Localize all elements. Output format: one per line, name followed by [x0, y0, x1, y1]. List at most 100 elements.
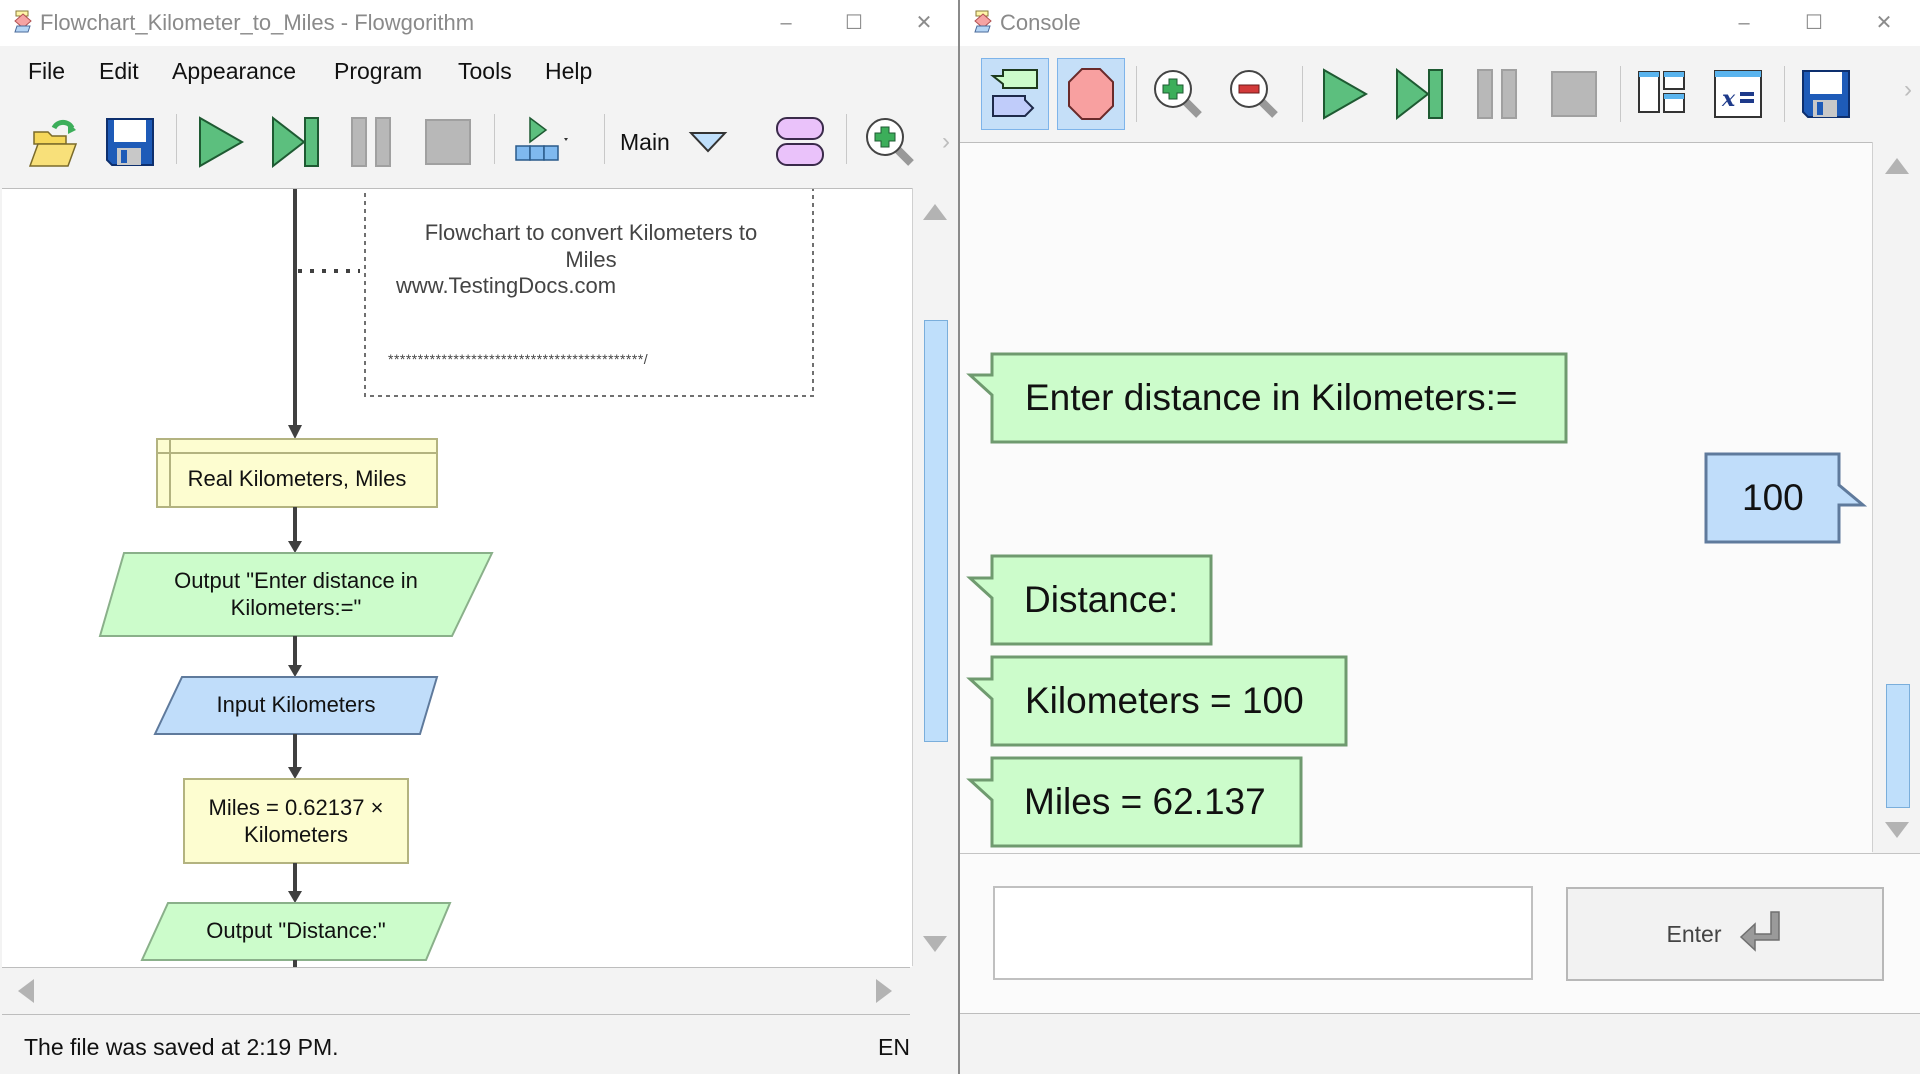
save-button[interactable]: [1794, 62, 1858, 126]
enter-button-label: Enter: [1666, 920, 1722, 947]
step-forward-icon: [1396, 68, 1443, 120]
scroll-down-icon[interactable]: [1885, 822, 1909, 838]
main-toolbar: Main ›: [0, 98, 958, 188]
toolbar-overflow-icon[interactable]: ›: [1904, 76, 1912, 104]
console-input-field[interactable]: [993, 886, 1533, 980]
status-message: The file was saved at 2:19 PM.: [24, 1034, 339, 1060]
close-button[interactable]: ✕: [904, 8, 944, 38]
stop-sign-icon: [1068, 68, 1114, 120]
output-line: Output "Enter distance in: [174, 568, 418, 593]
zoom-in-icon: [866, 118, 914, 166]
toolbar-overflow-icon[interactable]: ›: [942, 128, 950, 156]
step-button[interactable]: [1388, 62, 1452, 126]
maximize-button[interactable]: ☐: [834, 8, 874, 38]
output-enter-text[interactable]: Output "Enter distance in Kilometers:=": [100, 567, 492, 621]
run-layout-button[interactable]: [508, 110, 572, 174]
scroll-down-icon[interactable]: [923, 936, 947, 952]
toolbar-separator: [1620, 66, 1621, 122]
chat-view-button[interactable]: [981, 58, 1049, 130]
stop-button[interactable]: [416, 110, 480, 174]
open-file-button[interactable]: [22, 110, 86, 174]
manage-functions-button[interactable]: [768, 110, 832, 174]
comment-title: Flowchart to convert Kilometers to Miles: [362, 219, 820, 273]
maximize-button[interactable]: ☐: [1794, 8, 1834, 38]
floppy-disk-icon: [1802, 70, 1850, 118]
run-button[interactable]: [188, 110, 252, 174]
scrollbar-thumb[interactable]: [1886, 684, 1910, 808]
chevron-down-icon: [688, 132, 728, 153]
scrollbar-thumb[interactable]: [924, 320, 948, 742]
expression-icon: x: [1714, 70, 1762, 118]
console-bubbles: [966, 352, 1868, 848]
vertical-scrollbar[interactable]: [912, 188, 957, 966]
menu-edit[interactable]: Edit: [99, 58, 139, 85]
enter-button[interactable]: Enter: [1566, 887, 1884, 981]
flow-arrow: [288, 665, 302, 677]
toolbar-separator: [494, 114, 495, 164]
output-message: Miles = 62.137: [1024, 781, 1266, 822]
output-line: Kilometers:=": [230, 595, 362, 620]
input-text[interactable]: Input Kilometers: [155, 691, 437, 718]
stop-icon: [1551, 71, 1597, 117]
open-folder-icon: [28, 119, 78, 167]
flowgorithm-app-icon: [14, 10, 32, 33]
console-vertical-scrollbar[interactable]: [1872, 142, 1920, 852]
stop-on-error-button[interactable]: [1057, 58, 1125, 130]
flowgorithm-app-icon: [974, 10, 992, 33]
menu-file[interactable]: File: [28, 58, 65, 85]
run-button[interactable]: [1312, 62, 1376, 126]
comment-line: Flowchart to convert Kilometers to: [424, 220, 758, 245]
save-button[interactable]: [98, 110, 162, 174]
variable-watch-button[interactable]: [1630, 62, 1694, 126]
variable-watch-icon: [1638, 71, 1685, 113]
menu-program[interactable]: Program: [334, 58, 422, 85]
step-button[interactable]: [264, 110, 328, 174]
expression-button[interactable]: x: [1706, 62, 1770, 126]
title-bar: Flowchart_Kilometer_to_Miles - Flowgorit…: [0, 0, 958, 46]
input-message: 100: [1742, 477, 1804, 518]
scroll-up-icon[interactable]: [1885, 158, 1909, 174]
toolbar-separator: [604, 114, 605, 164]
zoom-in-button[interactable]: [858, 110, 922, 174]
console-title-bar: Console – ☐ ✕: [960, 0, 1920, 46]
minimize-button[interactable]: –: [766, 8, 806, 38]
output-message: Enter distance in Kilometers:=: [1025, 377, 1518, 418]
output-distance-text[interactable]: Output "Distance:": [142, 917, 450, 944]
flowchart-canvas[interactable]: Flowchart to convert Kilometers to Miles…: [2, 188, 912, 967]
pause-icon: [351, 117, 391, 167]
menu-help[interactable]: Help: [545, 58, 592, 85]
toolbar-separator: [176, 114, 177, 164]
stop-button[interactable]: [1542, 62, 1606, 126]
scroll-up-icon[interactable]: [923, 204, 947, 220]
window-title: Flowchart_Kilometer_to_Miles - Flowgorit…: [40, 10, 475, 35]
zoom-in-icon: [1154, 70, 1202, 118]
assign-line: Kilometers: [244, 822, 348, 847]
zoom-out-button[interactable]: [1222, 62, 1286, 126]
pause-button[interactable]: [1466, 62, 1530, 126]
horizontal-scrollbar[interactable]: [2, 967, 910, 1015]
chat-bubbles-icon: [990, 69, 1038, 117]
zoom-in-button[interactable]: [1146, 62, 1210, 126]
enter-return-icon: [1740, 911, 1781, 952]
toolbar-separator: [1136, 66, 1137, 122]
menu-appearance[interactable]: Appearance: [172, 58, 296, 85]
declare-text[interactable]: Real Kilometers, Miles: [157, 457, 437, 501]
pause-button[interactable]: [340, 110, 404, 174]
scroll-right-icon[interactable]: [876, 979, 892, 1003]
zoom-out-icon: [1230, 70, 1278, 118]
flow-arrow: [288, 541, 302, 553]
assign-text[interactable]: Miles = 0.62137 × Kilometers: [184, 794, 408, 848]
flow-arrow: [288, 767, 302, 779]
toolbar-separator: [846, 114, 847, 164]
console-output[interactable]: Enter distance in Kilometers:= 100 Dista…: [960, 142, 1872, 853]
menu-tools[interactable]: Tools: [458, 58, 512, 85]
function-select-value: Main: [620, 128, 670, 155]
function-select[interactable]: Main: [620, 120, 748, 164]
output-message: Kilometers = 100: [1025, 680, 1304, 721]
stop-icon: [425, 119, 471, 165]
pause-icon: [1477, 69, 1517, 119]
minimize-button[interactable]: –: [1724, 8, 1764, 38]
scroll-left-icon[interactable]: [18, 979, 34, 1003]
toolbar-separator: [1784, 66, 1785, 122]
close-button[interactable]: ✕: [1864, 8, 1904, 38]
